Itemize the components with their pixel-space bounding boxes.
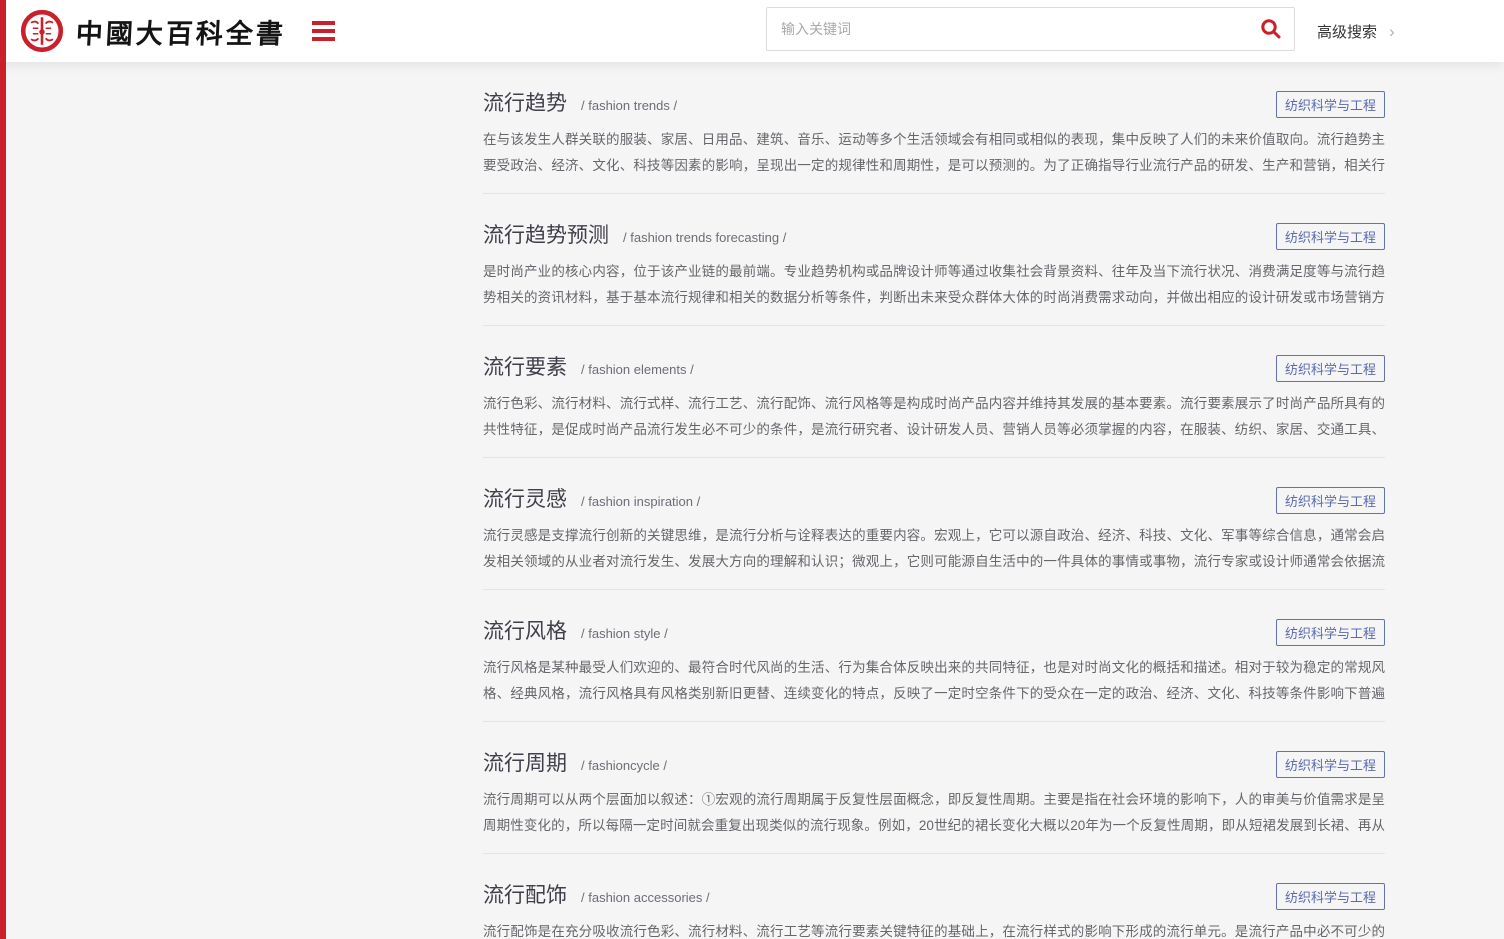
entry-title-link[interactable]: 流行灵感 [483,485,567,515]
entry-header: 流行周期 / fashioncycle / 纺织科学与工程 [483,749,1385,779]
entry-description: 流行色彩、流行材料、流行式样、流行工艺、流行配饰、流行风格等是构成时尚产品内容并… [483,396,1385,437]
site-header: 中國大百科全書 高级搜索 › [0,0,1504,62]
category-badge[interactable]: 纺织科学与工程 [1275,223,1385,250]
entry-english-subtitle: / fashion trends forecasting / [623,230,787,245]
category-badge[interactable]: 纺织科学与工程 [1275,619,1385,646]
entry-english-subtitle: / fashion style / [581,626,668,641]
result-entry: 流行灵感 / fashion inspiration / 纺织科学与工程 流行灵… [483,458,1385,590]
entry-title-link[interactable]: 流行配饰 [483,881,567,911]
chevron-right-icon: › [1389,21,1395,41]
entry-header: 流行要素 / fashion elements / 纺织科学与工程 [483,353,1385,383]
entry-header: 流行趋势 / fashion trends / 纺织科学与工程 [483,89,1385,119]
entry-english-subtitle: / fashion trends / [581,98,678,113]
entry-title-link[interactable]: 流行风格 [483,617,567,647]
entry-english-subtitle: / fashion elements / [581,362,694,377]
category-badge[interactable]: 纺织科学与工程 [1275,751,1385,778]
site-title: 中國大百科全書 [75,18,287,50]
search-results-list: 流行趋势 / fashion trends / 纺织科学与工程 在与该发生人群关… [483,62,1385,939]
hamburger-menu-icon[interactable] [308,13,339,49]
site-logo[interactable]: 中國大百科全書 [20,9,287,53]
entry-english-subtitle: / fashion accessories / [581,890,710,905]
entry-description: 流行配饰是在充分吸收流行色彩、流行材料、流行工艺等流行要素关键特征的基础上，在流… [483,924,1385,939]
search-input[interactable] [767,8,1248,50]
encyclopedia-seal-icon [20,9,64,53]
result-entry: 流行趋势预测 / fashion trends forecasting / 纺织… [483,194,1385,326]
entry-english-subtitle: / fashioncycle / [581,758,667,773]
entry-header: 流行灵感 / fashion inspiration / 纺织科学与工程 [483,485,1385,515]
entry-title-link[interactable]: 流行趋势 [483,89,567,119]
magnifier-icon [1261,19,1281,39]
entry-description: 流行风格是某种最受人们欢迎的、最符合时代风尚的生活、行为集合体反映出来的共同特征… [483,660,1385,701]
category-badge[interactable]: 纺织科学与工程 [1275,91,1385,118]
entry-header: 流行配饰 / fashion accessories / 纺织科学与工程 [483,881,1385,911]
left-accent-bar [0,0,6,939]
entry-title-link[interactable]: 流行趋势预测 [483,221,609,251]
entry-description: 流行灵感是支撑流行创新的关键思维，是流行分析与诠释表达的重要内容。宏观上，它可以… [483,528,1385,569]
search-button[interactable] [1248,8,1294,50]
entry-english-subtitle: / fashion inspiration / [581,494,701,509]
result-entry: 流行要素 / fashion elements / 纺织科学与工程 流行色彩、流… [483,326,1385,458]
search-box [766,7,1295,51]
result-entry: 流行周期 / fashioncycle / 纺织科学与工程 流行周期可以从两个层… [483,722,1385,854]
category-badge[interactable]: 纺织科学与工程 [1275,883,1385,910]
advanced-search-label: 高级搜索 [1317,23,1378,41]
entry-description: 是时尚产业的核心内容，位于该产业链的最前端。专业趋势机构或品牌设计师等通过收集社… [483,264,1385,305]
entry-description: 在与该发生人群关联的服装、家居、日用品、建筑、音乐、运动等多个生活领域会有相同或… [483,132,1385,173]
entry-header: 流行风格 / fashion style / 纺织科学与工程 [483,617,1385,647]
category-badge[interactable]: 纺织科学与工程 [1275,487,1385,514]
entry-title-link[interactable]: 流行要素 [483,353,567,383]
advanced-search-link[interactable]: 高级搜索 › [1317,0,1395,62]
entry-header: 流行趋势预测 / fashion trends forecasting / 纺织… [483,221,1385,251]
category-badge[interactable]: 纺织科学与工程 [1275,355,1385,382]
result-entry: 流行趋势 / fashion trends / 纺织科学与工程 在与该发生人群关… [483,89,1385,194]
entry-description: 流行周期可以从两个层面加以叙述：①宏观的流行周期属于反复性层面概念，即反复性周期… [483,792,1385,833]
entry-title-link[interactable]: 流行周期 [483,749,567,779]
result-entry: 流行风格 / fashion style / 纺织科学与工程 流行风格是某种最受… [483,590,1385,722]
result-entry: 流行配饰 / fashion accessories / 纺织科学与工程 流行配… [483,854,1385,939]
